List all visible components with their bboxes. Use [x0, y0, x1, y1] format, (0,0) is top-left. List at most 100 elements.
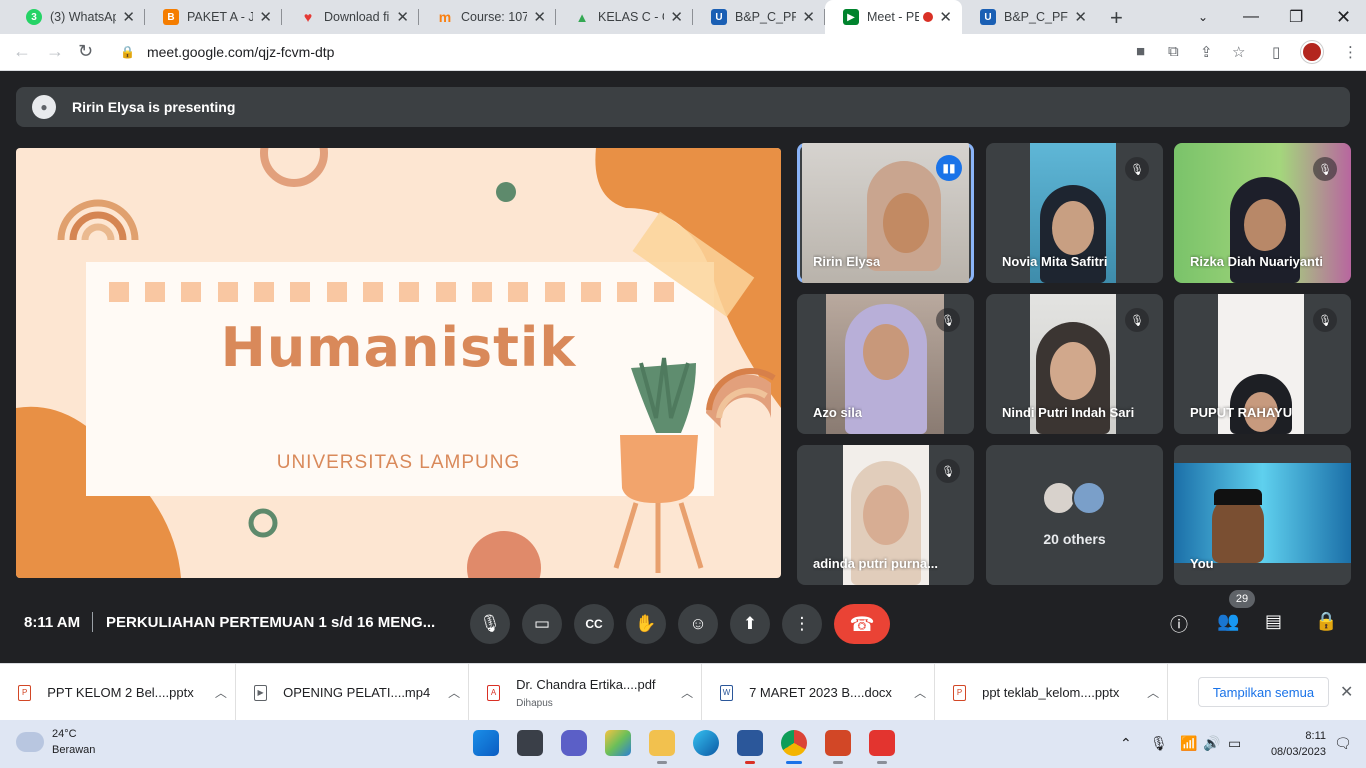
camera-icon: ▭	[533, 614, 551, 633]
stack-app-icon[interactable]	[605, 730, 631, 756]
tab-course[interactable]: m Course: 107 - ✕	[419, 0, 556, 34]
chevron-up-icon[interactable]: ︿	[440, 684, 468, 701]
side-panel-icon[interactable]: ▯	[1272, 43, 1280, 61]
powerpoint-icon[interactable]	[825, 730, 851, 764]
show-all-downloads-button[interactable]: Tampilkan semua	[1198, 677, 1329, 707]
maximize-button[interactable]: ❐	[1289, 0, 1303, 34]
host-controls-icon[interactable]: 🔒	[1315, 611, 1337, 632]
mic-off-icon: 🎙	[1313, 157, 1337, 181]
weather-condition: Berawan	[52, 744, 96, 756]
notification-icon[interactable]: 🗨	[1334, 735, 1352, 752]
leave-call-button[interactable]: ☎	[834, 604, 890, 644]
chevron-up-icon[interactable]: ⌃	[1120, 735, 1132, 752]
close-icon[interactable]: ✕	[122, 8, 135, 26]
close-icon[interactable]: ✕	[259, 8, 272, 26]
battery-icon[interactable]: ▭	[1228, 735, 1241, 752]
reload-button[interactable]: ↻	[78, 41, 93, 62]
tab-title: (3) WhatsApp	[50, 10, 117, 24]
close-icon[interactable]: ✕	[396, 8, 409, 26]
task-view-icon[interactable]	[517, 730, 543, 756]
word-icon[interactable]	[737, 730, 763, 764]
new-tab-button[interactable]: +	[1110, 5, 1123, 31]
participant-tile[interactable]: 🎙 Azo sila	[797, 294, 974, 434]
tab-kelas-c[interactable]: ▲ KELAS C - Goo ✕	[556, 0, 693, 34]
close-window-button[interactable]: ✕	[1336, 0, 1351, 34]
teams-icon[interactable]	[561, 730, 587, 756]
browser-toolbar: ← → ↻ 🔒 meet.google.com/qjz-fcvm-dtp ■ ⧉…	[0, 34, 1366, 71]
wifi-icon[interactable]: 📶	[1180, 735, 1197, 752]
microphone-icon[interactable]: 🎙	[1150, 735, 1168, 752]
more-vert-icon: ⋮	[793, 614, 811, 633]
reactions-button[interactable]: ☺	[678, 604, 718, 644]
close-icon[interactable]: ✕	[533, 8, 546, 26]
bookmark-star-icon[interactable]: ☆	[1232, 43, 1245, 61]
share-icon[interactable]: ⇪	[1200, 43, 1213, 61]
close-shelf-icon[interactable]: ✕	[1340, 682, 1353, 702]
participant-tile[interactable]: 🎙 Rizka Diah Nuariyanti	[1174, 143, 1351, 283]
profile-avatar[interactable]	[1301, 41, 1323, 63]
participant-tile[interactable]: 🎙 PUPUT RAHAYU	[1174, 294, 1351, 434]
close-icon[interactable]: ✕	[670, 8, 683, 26]
tab-search-icon[interactable]: ⌄	[1198, 0, 1208, 34]
close-icon[interactable]: ✕	[1074, 8, 1087, 26]
weather-widget[interactable]: 24°C Berawan	[16, 726, 95, 758]
menu-icon[interactable]: ⋮	[1343, 43, 1358, 61]
download-info: Dr. Chandra Ertika....pdf Dihapus	[516, 677, 673, 709]
hand-icon: ✋	[635, 614, 657, 633]
recording-indicator-icon	[923, 12, 934, 22]
chevron-up-icon[interactable]: ︿	[207, 684, 235, 701]
participant-tile[interactable]: 🎙 adinda putri purna...	[797, 445, 974, 585]
captions-icon: CC	[585, 617, 603, 631]
presenting-text: Ririn Elysa is presenting	[72, 99, 236, 115]
start-icon[interactable]	[473, 730, 499, 756]
tab-bp-pfis-1[interactable]: U B&P_C_PFis: P ✕	[693, 0, 825, 34]
back-button[interactable]: ←	[13, 41, 31, 62]
volume-icon[interactable]: 🔊	[1203, 735, 1220, 752]
chevron-up-icon[interactable]: ︿	[906, 684, 934, 701]
chat-icon[interactable]: ▤	[1265, 611, 1282, 632]
close-icon[interactable]: ✕	[939, 8, 952, 26]
chevron-up-icon[interactable]: ︿	[673, 684, 701, 701]
camera-button[interactable]: ▭	[522, 604, 562, 644]
mic-off-icon: 🎙	[1313, 308, 1337, 332]
tab-meet[interactable]: ▶ Meet - PE ✕	[825, 0, 962, 34]
forward-button[interactable]: →	[46, 41, 64, 62]
camera-blocked-icon[interactable]: ■	[1136, 43, 1145, 60]
present-button[interactable]: ⬆	[730, 604, 770, 644]
presentation-slide[interactable]: Humanistik UNIVERSITAS LAMPUNG	[16, 148, 781, 578]
download-item[interactable]: P PPT KELOM 2 Bel....pptx ︿	[0, 664, 236, 721]
emoji-icon: ☺	[689, 614, 707, 633]
self-tile[interactable]: You	[1174, 445, 1351, 585]
wps-office-icon[interactable]	[869, 730, 895, 764]
taskbar-clock[interactable]: 8:11 08/03/2023	[1271, 728, 1326, 760]
captions-button[interactable]: CC	[574, 604, 614, 644]
chrome-icon[interactable]	[781, 730, 807, 764]
tab-paket-a[interactable]: B PAKET A - Jalur ✕	[145, 0, 282, 34]
meeting-info-icon[interactable]: ⓘ	[1170, 611, 1188, 637]
microphone-button[interactable]: 🎙	[470, 604, 510, 644]
download-item[interactable]: ▶ OPENING PELATI....mp4 ︿	[236, 664, 469, 721]
translate-icon[interactable]: ⧉	[1168, 43, 1179, 60]
tab-title: Download file	[324, 10, 390, 24]
unila-icon: U	[980, 9, 996, 25]
download-item[interactable]: A Dr. Chandra Ertika....pdf Dihapus ︿	[469, 664, 702, 721]
tab-whatsapp[interactable]: 3 (3) WhatsApp ✕	[8, 0, 145, 34]
tab-bp-pfis-2[interactable]: U B&P_C_PFis: P ✕	[962, 0, 1097, 34]
address-bar[interactable]: 🔒 meet.google.com/qjz-fcvm-dtp	[110, 37, 1260, 67]
tab-download-file[interactable]: ♥ Download file ✕	[282, 0, 419, 34]
participant-tile[interactable]: 🎙 Nindi Putri Indah Sari	[986, 294, 1163, 434]
more-options-button[interactable]: ⋮	[782, 604, 822, 644]
close-icon[interactable]: ✕	[802, 8, 815, 26]
chevron-up-icon[interactable]: ︿	[1139, 684, 1167, 701]
others-tile[interactable]: 20 others	[986, 445, 1163, 585]
meet-icon: ▶	[843, 9, 859, 25]
edge-icon[interactable]	[693, 730, 719, 756]
participant-tile[interactable]: ▮▮ Ririn Elysa	[797, 143, 974, 283]
people-icon[interactable]: 👥	[1217, 611, 1239, 632]
download-item[interactable]: W 7 MARET 2023 B....docx ︿	[702, 664, 935, 721]
participant-tile[interactable]: 🎙 Novia Mita Safitri	[986, 143, 1163, 283]
raise-hand-button[interactable]: ✋	[626, 604, 666, 644]
minimize-button[interactable]: —	[1243, 0, 1259, 34]
download-item[interactable]: P ppt teklab_kelom....pptx ︿	[935, 664, 1168, 721]
file-explorer-icon[interactable]	[649, 730, 675, 764]
